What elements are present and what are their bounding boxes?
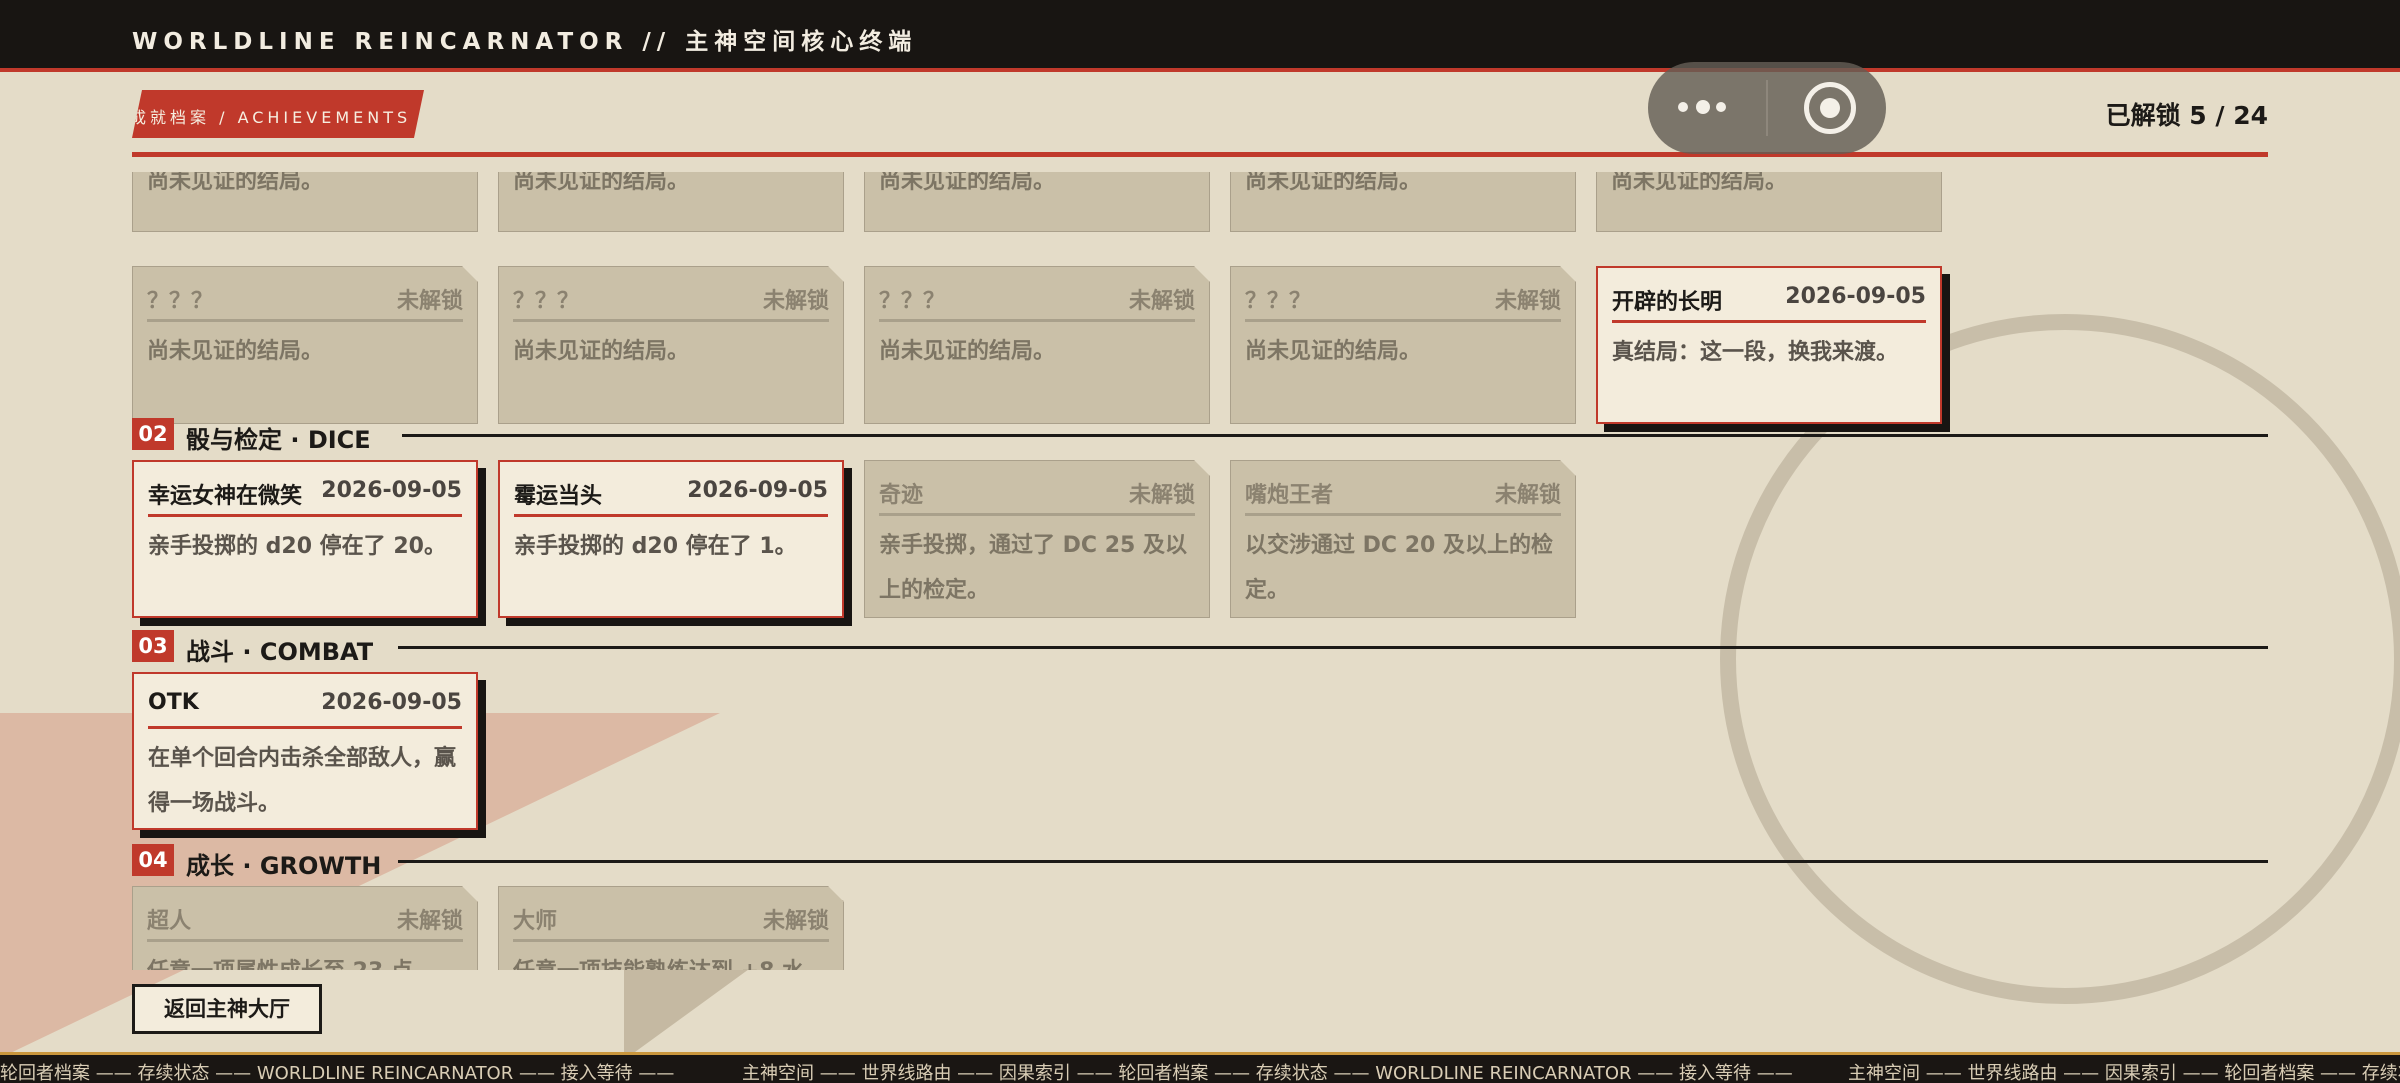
- ticker-text: 轮回者档案 —— 存续状态 —— WORLDLINE REINCARNATOR …: [0, 1063, 675, 1083]
- card-divider: [513, 319, 829, 322]
- category-header-combat: 03 战斗 · COMBAT: [132, 630, 2268, 666]
- card-desc: 尚未见证的结局。: [147, 172, 324, 194]
- back-to-hall-button[interactable]: 返回主神大厅: [132, 984, 322, 1034]
- card-divider: [148, 514, 462, 517]
- achievement-card[interactable]: 尚未见证的结局。: [1596, 172, 1942, 232]
- card-date: 2026-09-05: [1785, 284, 1926, 309]
- card-desc: 亲手投掷，通过了 DC 25 及以上的检定。: [879, 533, 1188, 603]
- card-status: 未解锁: [1128, 483, 1195, 508]
- card-desc: 尚未见证的结局。: [1611, 172, 1788, 194]
- card-divider: [879, 513, 1195, 516]
- achievement-card[interactable]: 尚未见证的结局。: [864, 172, 1210, 232]
- top-bar: WORLDLINE REINCARNATOR // 主神空间核心终端: [0, 0, 2400, 72]
- card-divider: [148, 726, 462, 729]
- category-header-growth: 04 成长 · GROWTH: [132, 844, 2268, 880]
- category-rule: [402, 434, 2268, 437]
- card-divider: [514, 514, 828, 517]
- card-desc: 尚未见证的结局。: [513, 172, 690, 194]
- card-date: 2026-09-05: [321, 690, 462, 715]
- card-status: 未解锁: [762, 289, 829, 314]
- card-title: 开辟的长明: [1612, 290, 1723, 315]
- card-divider: [1245, 513, 1561, 516]
- card-desc: 尚未见证的结局。: [1245, 172, 1422, 194]
- achievement-card[interactable]: ？？？ 未解锁 尚未见证的结局。: [864, 266, 1210, 424]
- achievement-card[interactable]: ？？？ 未解锁 尚未见证的结局。: [1230, 266, 1576, 424]
- achievement-card[interactable]: 超人 未解锁 任意一项属性成长至 23 点。: [132, 886, 478, 970]
- category-number: 03: [132, 630, 174, 662]
- achievement-card-unlocked[interactable]: OTK 2026-09-05 在单个回合内击杀全部敌人，赢得一场战斗。: [132, 672, 478, 830]
- achievement-card-unlocked[interactable]: 开辟的长明 2026-09-05 真结局：这一段，换我来渡。: [1596, 266, 1942, 424]
- category-rule: [398, 646, 2268, 649]
- section-tag: 成就档案 / ACHIEVEMENTS: [132, 90, 424, 138]
- achievement-list[interactable]: 尚未见证的结局。 尚未见证的结局。 尚未见证的结局。 尚未见证的结局。 尚未见证…: [132, 172, 2268, 970]
- card-title: ？？？: [147, 289, 214, 314]
- card-status: 未解锁: [762, 909, 829, 934]
- unlock-count: 已解锁 5 / 24: [2105, 101, 2268, 130]
- category-rule: [398, 860, 2268, 863]
- achievement-card[interactable]: 尚未见证的结局。: [132, 172, 478, 232]
- category-header-dice: 02 骰与检定 · DICE: [132, 418, 2268, 454]
- achievement-card[interactable]: 嘴炮王者 未解锁 以交涉通过 DC 20 及以上的检定。: [1230, 460, 1576, 618]
- card-desc: 尚未见证的结局。: [513, 339, 690, 364]
- ticker-text: 主神空间 —— 世界线路由 —— 因果索引 —— 轮回者档案 —— 存续状态: [1848, 1063, 2400, 1083]
- card-status: 未解锁: [396, 289, 463, 314]
- card-desc: 真结局：这一段，换我来渡。: [1612, 340, 1899, 365]
- app-title: WORLDLINE REINCARNATOR // 主神空间核心终端: [132, 29, 918, 55]
- achievement-card[interactable]: 奇迹 未解锁 亲手投掷，通过了 DC 25 及以上的检定。: [864, 460, 1210, 618]
- card-status: 未解锁: [1494, 289, 1561, 314]
- card-divider: [147, 939, 463, 942]
- card-desc: 尚未见证的结局。: [147, 339, 324, 364]
- card-status: 未解锁: [1128, 289, 1195, 314]
- card-divider: [1245, 319, 1561, 322]
- more-icon[interactable]: [1678, 92, 1748, 124]
- category-number: 02: [132, 418, 174, 450]
- close-target-icon[interactable]: [1804, 82, 1856, 134]
- achievement-card[interactable]: 尚未见证的结局。: [1230, 172, 1576, 232]
- category-name: 成长 · GROWTH: [186, 852, 382, 880]
- achievement-card[interactable]: ？？？ 未解锁 尚未见证的结局。: [498, 266, 844, 424]
- card-desc: 尚未见证的结局。: [879, 339, 1056, 364]
- category-name: 骰与检定 · DICE: [186, 426, 371, 454]
- card-title: ？？？: [1245, 289, 1312, 314]
- card-title: 嘴炮王者: [1245, 483, 1334, 508]
- card-divider: [147, 319, 463, 322]
- achievement-card[interactable]: 尚未见证的结局。: [498, 172, 844, 232]
- card-desc: 亲手投掷的 d20 停在了 20。: [148, 534, 446, 559]
- card-desc: 尚未见证的结局。: [1245, 339, 1422, 364]
- card-desc: 尚未见证的结局。: [879, 172, 1056, 194]
- card-desc: 任意一项技能熟练达到 +8 水准。: [513, 949, 829, 970]
- card-title: 大师: [513, 909, 558, 934]
- achievement-card[interactable]: ？？？ 未解锁 尚未见证的结局。: [132, 266, 478, 424]
- card-title: 超人: [147, 909, 192, 934]
- category-number: 04: [132, 844, 174, 876]
- card-divider: [879, 319, 1195, 322]
- ticker-text: 主神空间 —— 世界线路由 —— 因果索引 —— 轮回者档案 —— 存续状态 —…: [742, 1063, 1793, 1083]
- card-status: 未解锁: [1494, 483, 1561, 508]
- card-title: OTK: [148, 690, 199, 715]
- header-divider: [132, 152, 2268, 157]
- achievement-card-unlocked[interactable]: 幸运女神在微笑 2026-09-05 亲手投掷的 d20 停在了 20。: [132, 460, 478, 618]
- achievement-card-unlocked[interactable]: 霉运当头 2026-09-05 亲手投掷的 d20 停在了 1。: [498, 460, 844, 618]
- card-title: ？？？: [513, 289, 580, 314]
- card-divider: [1612, 320, 1926, 323]
- ticker-bar: 轮回者档案 —— 存续状态 —— WORLDLINE REINCARNATOR …: [0, 1052, 2400, 1083]
- category-name: 战斗 · COMBAT: [186, 638, 374, 666]
- achievement-card[interactable]: 大师 未解锁 任意一项技能熟练达到 +8 水准。: [498, 886, 844, 970]
- mini-program-capsule: [1648, 62, 1886, 154]
- capsule-divider: [1766, 80, 1768, 136]
- section-tag-label: 成就档案 / ACHIEVEMENTS: [130, 108, 412, 127]
- card-date: 2026-09-05: [687, 478, 828, 503]
- card-title: 霉运当头: [514, 484, 603, 509]
- card-desc: 在单个回合内击杀全部敌人，赢得一场战斗。: [148, 746, 457, 816]
- card-date: 2026-09-05: [321, 478, 462, 503]
- card-desc: 以交涉通过 DC 20 及以上的检定。: [1245, 533, 1554, 603]
- card-title: 奇迹: [879, 483, 924, 508]
- card-divider: [513, 939, 829, 942]
- card-title: ？？？: [879, 289, 946, 314]
- card-desc: 亲手投掷的 d20 停在了 1。: [514, 534, 797, 559]
- card-title: 幸运女神在微笑: [148, 484, 303, 509]
- card-status: 未解锁: [396, 909, 463, 934]
- card-desc: 任意一项属性成长至 23 点。: [147, 949, 463, 970]
